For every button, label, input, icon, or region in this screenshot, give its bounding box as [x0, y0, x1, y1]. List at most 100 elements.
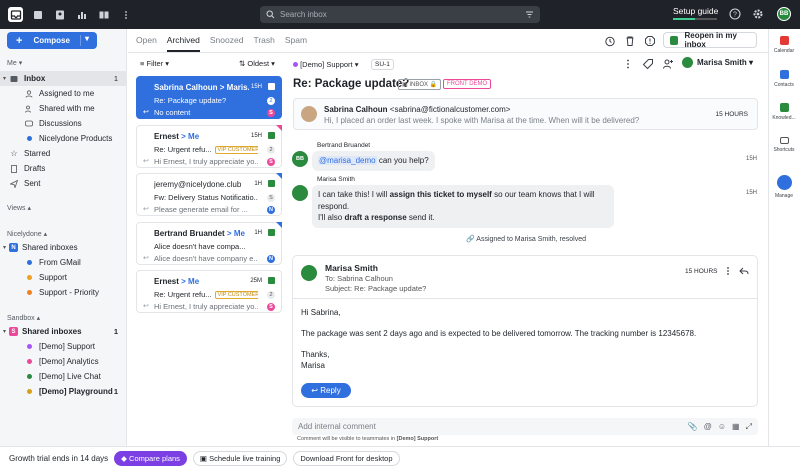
- more-icon[interactable]: [723, 266, 733, 276]
- tab-archived[interactable]: Archived: [166, 35, 200, 52]
- snooze-icon[interactable]: [604, 35, 616, 47]
- message-time: 15 HOURS: [715, 111, 748, 118]
- reopen-button[interactable]: Reopen in my inbox: [663, 31, 757, 49]
- inbox-tag[interactable]: ▣ INBOX 🔒: [398, 79, 442, 90]
- rail-contacts[interactable]: Contacts: [768, 70, 800, 88]
- caret-icon: ▾: [165, 59, 170, 68]
- activity-text: Assigned to Marisa Smith, resolved: [476, 236, 586, 243]
- sidebar-item-demo-live-chat[interactable]: [Demo] Live Chat: [0, 369, 126, 384]
- search-input[interactable]: Search inbox: [260, 6, 540, 23]
- inbox-tag-label: INBOX: [409, 82, 429, 88]
- sidebar-item-label: Nicelydone Products: [39, 134, 113, 143]
- card-subject: Re: Urgent refu...VIP CUSTOMERS: [154, 290, 258, 300]
- rail-knowledge[interactable]: Knowled...: [768, 103, 800, 121]
- conversation-card[interactable]: Sabrina Calhoun > Maris... 15H Re: Packa…: [136, 76, 282, 119]
- assignee-selector[interactable]: Marisa Smith ▾: [682, 57, 753, 68]
- reply-icon: ↩: [143, 158, 149, 165]
- section-me[interactable]: Me ▾: [7, 59, 22, 67]
- caret-icon: ▴: [36, 315, 41, 322]
- sidebar-item-discussions[interactable]: Discussions: [0, 116, 126, 131]
- sidebar-item-drafts[interactable]: Drafts: [0, 161, 126, 176]
- tab-spam[interactable]: Spam: [285, 35, 307, 52]
- assign-user-icon[interactable]: [662, 58, 674, 70]
- section-nicelydone[interactable]: Nicelydone ▴: [7, 230, 47, 238]
- sidebar-item-support[interactable]: Support: [0, 270, 126, 285]
- search-filter-icon[interactable]: [525, 10, 534, 19]
- reply-icon: ↩: [143, 109, 149, 116]
- filter-button[interactable]: ≡ Filter ▾: [140, 59, 169, 68]
- sort-button[interactable]: ⇅ Oldest ▾: [239, 59, 275, 68]
- sidebar-item-shared[interactable]: Shared with me: [0, 101, 126, 116]
- sender-name: Sabrina Calhoun: [324, 105, 388, 114]
- trash-icon[interactable]: [624, 35, 636, 47]
- folder-tabs: Open Archived Snoozed Trash Spam: [136, 35, 317, 52]
- expand-icon[interactable]: ⤢: [746, 422, 752, 432]
- card-preview: Hi Ernest, I truly appreciate yo...: [154, 302, 258, 311]
- chevron-down-icon[interactable]: ▾: [85, 34, 89, 43]
- sidebar-item-demo-playground[interactable]: [Demo] Playground 1: [0, 384, 126, 399]
- compare-plans-button[interactable]: ◆ Compare plans: [114, 451, 187, 466]
- section-sandbox[interactable]: Sandbox ▴: [7, 314, 40, 322]
- message-collapsed[interactable]: Sabrina Calhoun <sabrina@fictionalcustom…: [293, 98, 758, 130]
- section-views[interactable]: Views ▴: [7, 204, 31, 212]
- sidebar-item-nicelydone-products[interactable]: Nicelydone Products: [0, 131, 126, 146]
- help-icon[interactable]: ?: [729, 8, 741, 20]
- gif-icon[interactable]: ▦: [732, 422, 740, 432]
- rail-manage[interactable]: Manage: [768, 175, 800, 199]
- more-icon[interactable]: [622, 58, 634, 70]
- attach-icon[interactable]: 📎: [688, 422, 698, 432]
- users-icon: [24, 105, 34, 113]
- tag-icon[interactable]: [642, 58, 654, 70]
- rail-label: Calendar: [773, 48, 795, 54]
- more-icon[interactable]: [119, 8, 133, 22]
- sidebar-item-support-priority[interactable]: Support - Priority: [0, 285, 126, 300]
- message-signature: Marisa: [301, 361, 326, 370]
- spam-icon[interactable]: [644, 35, 656, 47]
- emoji-icon[interactable]: ☺: [718, 422, 726, 432]
- conversation-card[interactable]: Ernest > Me 15H Re: Urgent refu... VIP CU…: [136, 125, 282, 168]
- reply-icon: ↩: [311, 386, 318, 395]
- sidebar-item-shared-inboxes[interactable]: ▾ N Shared inboxes: [0, 240, 126, 255]
- conversation-card[interactable]: Ernest > Me 25M Re: Urgent refu... VIP CU…: [136, 270, 282, 313]
- setup-guide-link[interactable]: Setup guide: [673, 6, 718, 16]
- compose-button[interactable]: + Compose ▾: [7, 32, 97, 49]
- tab-snoozed[interactable]: Snoozed: [210, 35, 244, 52]
- sidebar-item-inbox[interactable]: ▾ Inbox 1: [0, 71, 126, 86]
- conversation-card[interactable]: jeremy@nicelydone.club 1H Fw: Delivery S…: [136, 173, 282, 216]
- knowledge-base-icon[interactable]: [97, 8, 111, 22]
- download-desktop-button[interactable]: Download Front for desktop: [293, 451, 400, 466]
- tab-open[interactable]: Open: [136, 35, 157, 52]
- settings-icon[interactable]: [752, 8, 764, 20]
- comment-line: I'll also draft a response send it.: [318, 212, 608, 224]
- front-demo-tag[interactable]: FRONT DEMO: [443, 79, 492, 89]
- sidebar-item-label: Inbox: [24, 74, 46, 83]
- mention-icon[interactable]: @: [704, 422, 712, 432]
- archive-icon: [268, 132, 275, 139]
- calendar-icon[interactable]: [31, 8, 45, 22]
- mention[interactable]: @marisa_demo: [318, 156, 377, 165]
- sidebar-item-sent[interactable]: Sent: [0, 176, 126, 191]
- inbox-icon[interactable]: [8, 7, 23, 22]
- conversation-card[interactable]: Bertrand Bruandet > Me 1H Alice doesn't …: [136, 222, 282, 265]
- sidebar-item-sandbox-shared[interactable]: ▾ S Shared inboxes 1: [0, 324, 126, 339]
- tab-trash[interactable]: Trash: [253, 35, 274, 52]
- comment-input[interactable]: Add internal comment 📎 @ ☺ ▦ ⤢: [292, 418, 758, 435]
- card-subject: Re: Package update?: [154, 96, 227, 105]
- sidebar-item-demo-support[interactable]: [Demo] Support: [0, 339, 126, 354]
- user-avatar[interactable]: BB: [777, 7, 791, 21]
- caret-down-icon: ▾: [2, 329, 6, 335]
- rail-shortcuts[interactable]: Shortcuts: [768, 137, 800, 153]
- inbox-selector[interactable]: [Demo] Support ▾: [293, 60, 358, 69]
- contacts-icon[interactable]: [53, 8, 67, 22]
- message-count-badge: 2: [267, 146, 275, 154]
- rail-calendar[interactable]: Calendar: [768, 36, 800, 54]
- sidebar-item-starred[interactable]: ☆ Starred: [0, 146, 126, 161]
- analytics-icon[interactable]: [75, 8, 89, 22]
- reply-icon[interactable]: [739, 266, 749, 276]
- schedule-training-button[interactable]: ▣ Schedule live training: [192, 451, 288, 466]
- sidebar-item-from-gmail[interactable]: From GMail: [0, 255, 126, 270]
- reply-button[interactable]: ↩ Reply: [301, 383, 351, 398]
- caret-down-icon: ▾: [2, 245, 6, 251]
- sidebar-item-demo-analytics[interactable]: [Demo] Analytics: [0, 354, 126, 369]
- sidebar-item-assigned[interactable]: Assigned to me: [0, 86, 126, 101]
